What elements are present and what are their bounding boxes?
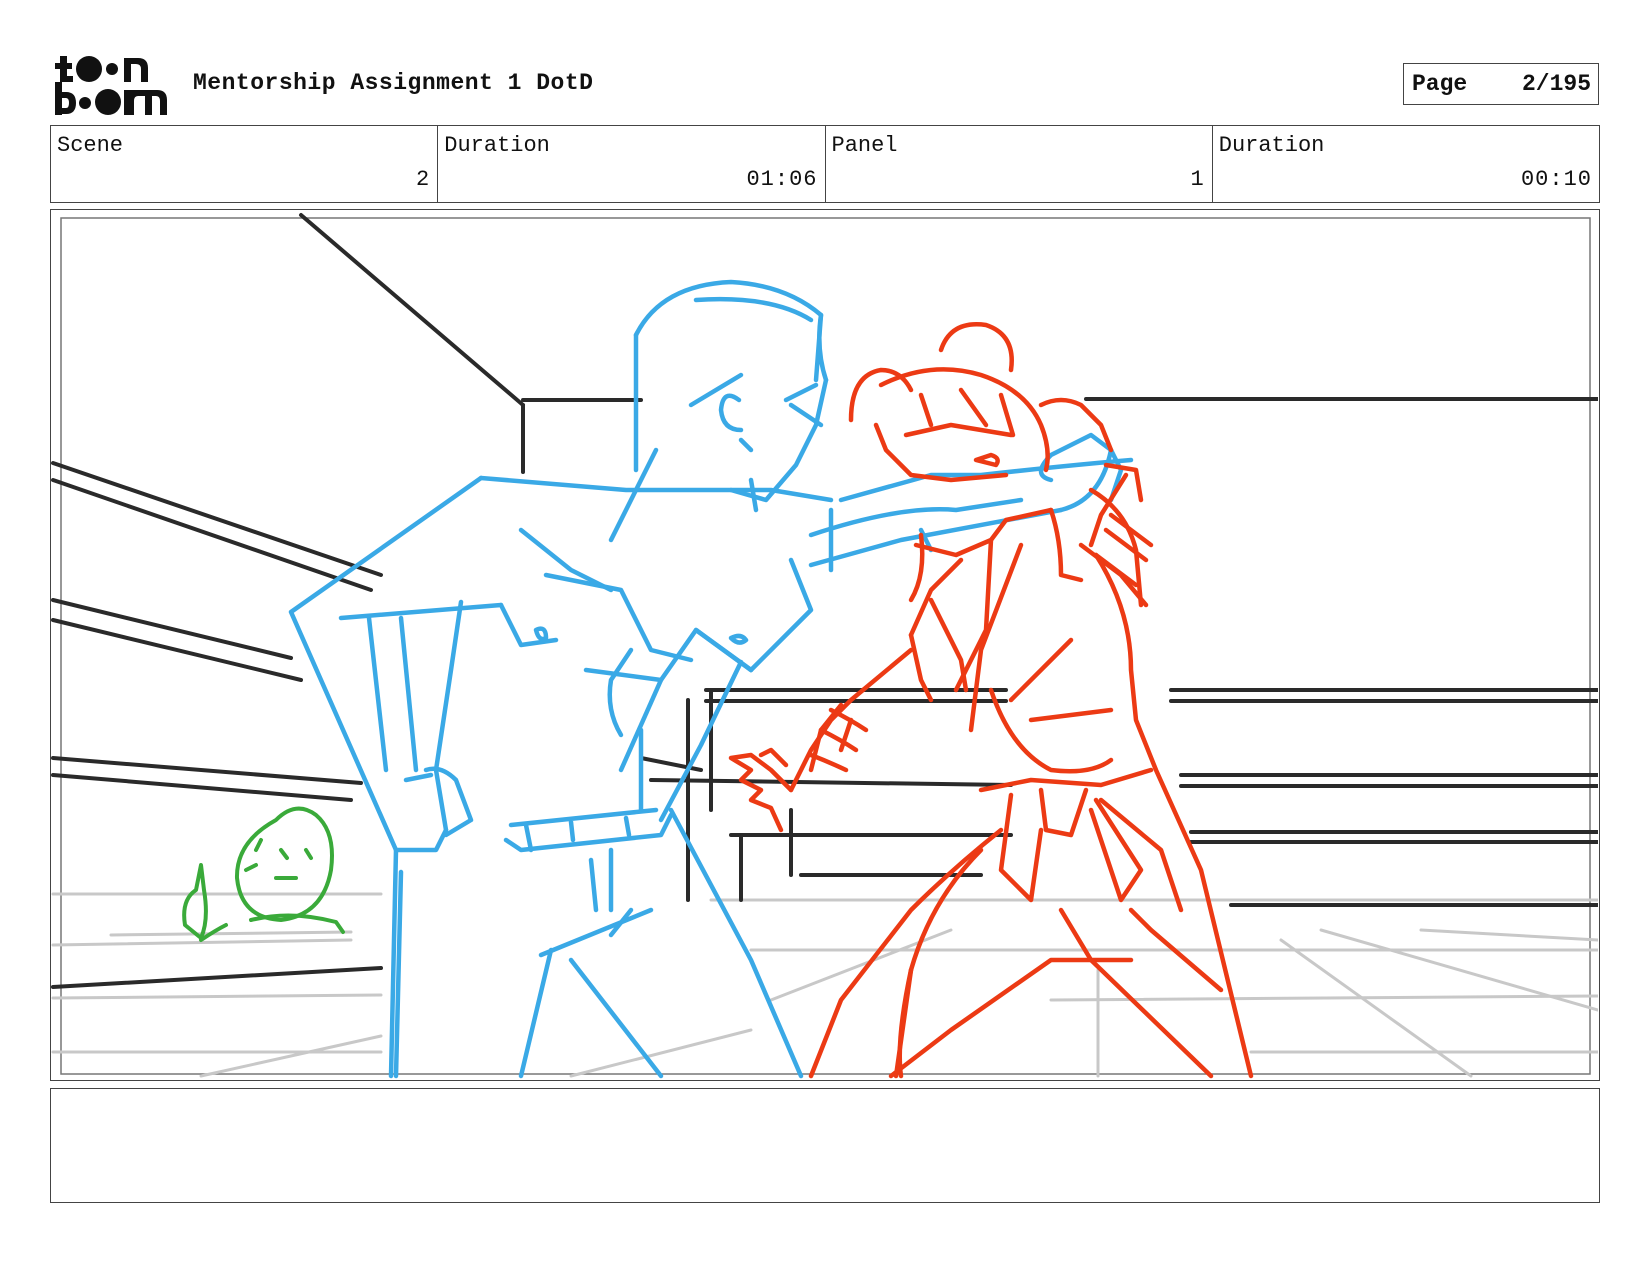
panel-duration-cell: Duration 00:10 <box>1213 126 1599 202</box>
scene-duration-cell: Duration 01:06 <box>438 126 826 202</box>
toonboom-logo <box>55 56 167 115</box>
panel-duration-value: 00:10 <box>1520 167 1592 192</box>
scene-duration-value: 01:06 <box>746 167 818 192</box>
scene-duration-label: Duration <box>444 133 550 158</box>
boxing-ring <box>51 213 1598 989</box>
page-number: 2/195 <box>1521 71 1591 97</box>
scene-label: Scene <box>57 133 124 158</box>
panel-value: 1 <box>1190 167 1205 192</box>
document-title: Mentorship Assignment 1 DotD <box>193 70 594 96</box>
safe-area-frame <box>60 217 1591 1075</box>
page-label: Page <box>1412 71 1468 97</box>
panel-notes-box[interactable] <box>50 1088 1600 1203</box>
storyboard-panel <box>50 209 1600 1081</box>
storyboard-sketch <box>51 213 1598 1079</box>
scene-value: 2 <box>416 167 431 192</box>
page-indicator: Page 2/195 <box>1403 63 1599 105</box>
panel-label: Panel <box>831 133 898 158</box>
panel-info-table: Scene 2 Duration 01:06 Panel 1 Duration … <box>50 125 1600 203</box>
panel-duration-label: Duration <box>1218 133 1325 158</box>
referee-sketch <box>182 806 345 942</box>
panel-cell: Panel 1 <box>826 126 1213 202</box>
scene-cell: Scene 2 <box>51 126 439 202</box>
